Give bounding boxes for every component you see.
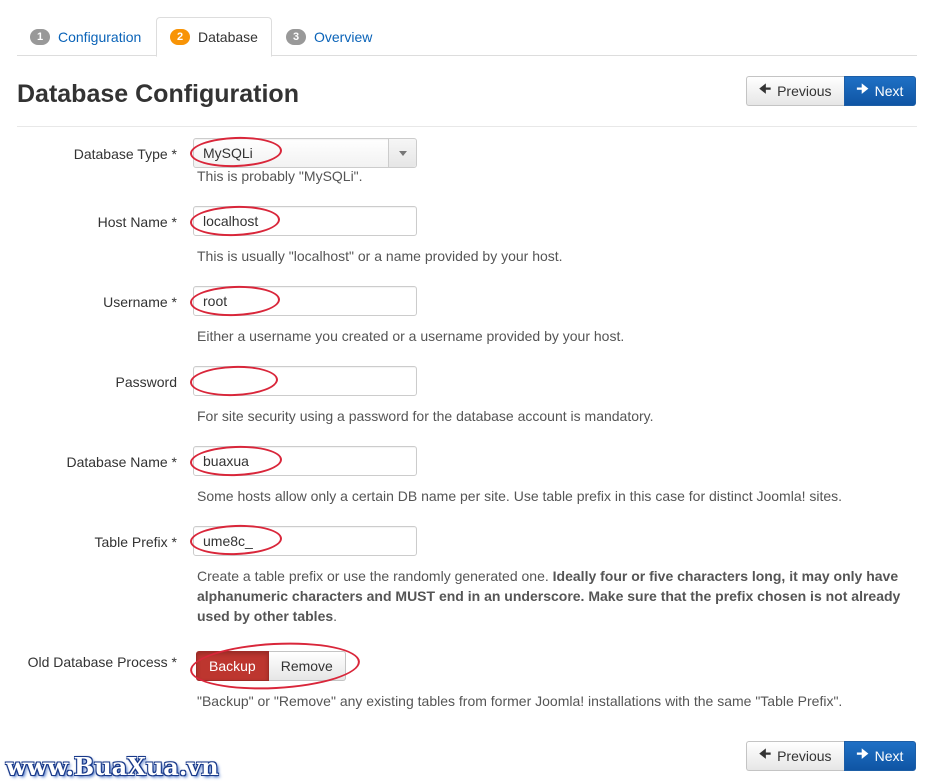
old-database-process-help: "Backup" or "Remove" any existing tables… — [197, 693, 843, 709]
database-type-select[interactable]: MySQLi — [193, 138, 417, 168]
previous-button-label: Previous — [777, 83, 832, 99]
backup-button[interactable]: Backup — [196, 651, 269, 681]
username-value: root — [203, 293, 228, 309]
footer-nav-buttons: 🠈 Previous 🠊 Next — [746, 741, 917, 771]
divider — [17, 126, 917, 127]
table-prefix-help: Create a table prefix or use the randoml… — [197, 566, 909, 626]
footer-next-label: Next — [874, 748, 904, 764]
password-label: Password — [115, 374, 177, 390]
table-prefix-help-end: . — [333, 608, 338, 624]
table-prefix-help-plain: Create a table prefix or use the randoml… — [197, 568, 553, 584]
host-name-label: Host Name * — [97, 214, 177, 230]
tab-label: Configuration — [58, 28, 142, 45]
database-name-value: buaxua — [203, 453, 249, 469]
step-badge: 2 — [170, 29, 190, 45]
database-type-help: This is probably "MySQLi". — [197, 168, 363, 184]
old-database-process-label: Old Database Process * — [27, 654, 177, 670]
arrow-right-icon: 🠊 — [856, 746, 869, 761]
table-prefix-label: Table Prefix * — [94, 534, 177, 550]
step-badge: 1 — [30, 28, 50, 45]
arrow-left-icon: 🠈 — [759, 746, 772, 761]
database-type-value: MySQLi — [203, 145, 253, 161]
step-badge: 3 — [286, 28, 306, 45]
page-title: Database Configuration — [17, 80, 299, 108]
footer-next-button[interactable]: 🠊 Next — [843, 741, 917, 771]
wizard-tabs: 1 Configuration 2 Database 3 Overview — [17, 17, 917, 57]
tab-configuration[interactable]: 1 Configuration — [17, 17, 154, 56]
host-name-value: localhost — [203, 213, 259, 229]
arrow-right-icon: 🠊 — [856, 81, 869, 96]
tab-overview[interactable]: 3 Overview — [273, 17, 385, 56]
database-type-label: Database Type * — [73, 146, 177, 162]
next-button[interactable]: 🠊 Next — [843, 76, 917, 106]
host-name-help: This is usually "localhost" or a name pr… — [197, 248, 563, 264]
table-prefix-value: ume8c_ — [203, 533, 253, 549]
footer-previous-button[interactable]: 🠈 Previous — [746, 741, 844, 771]
previous-button[interactable]: 🠈 Previous — [746, 76, 844, 106]
chevron-down-icon[interactable] — [388, 139, 416, 167]
username-help: Either a username you created or a usern… — [197, 328, 625, 344]
old-database-process-toggle: Backup Remove — [196, 651, 346, 681]
database-name-label: Database Name * — [66, 454, 177, 470]
username-label: Username * — [103, 294, 177, 310]
database-name-help: Some hosts allow only a certain DB name … — [197, 488, 843, 504]
tab-database[interactable]: 2 Database — [156, 17, 272, 57]
tab-label: Database — [198, 29, 258, 45]
remove-button[interactable]: Remove — [268, 651, 346, 681]
password-help: For site security using a password for t… — [197, 408, 654, 424]
table-prefix-input[interactable]: ume8c_ — [193, 526, 417, 556]
database-name-input[interactable]: buaxua — [193, 446, 417, 476]
username-input[interactable]: root — [193, 286, 417, 316]
password-input[interactable] — [193, 366, 417, 396]
host-name-input[interactable]: localhost — [193, 206, 417, 236]
next-button-label: Next — [874, 83, 904, 99]
watermark-logo: www.BuaXua.vn — [6, 752, 219, 781]
tab-label: Overview — [314, 28, 373, 45]
arrow-left-icon: 🠈 — [759, 81, 772, 96]
footer-previous-label: Previous — [777, 748, 832, 764]
header-nav-buttons: 🠈 Previous 🠊 Next — [746, 76, 917, 106]
